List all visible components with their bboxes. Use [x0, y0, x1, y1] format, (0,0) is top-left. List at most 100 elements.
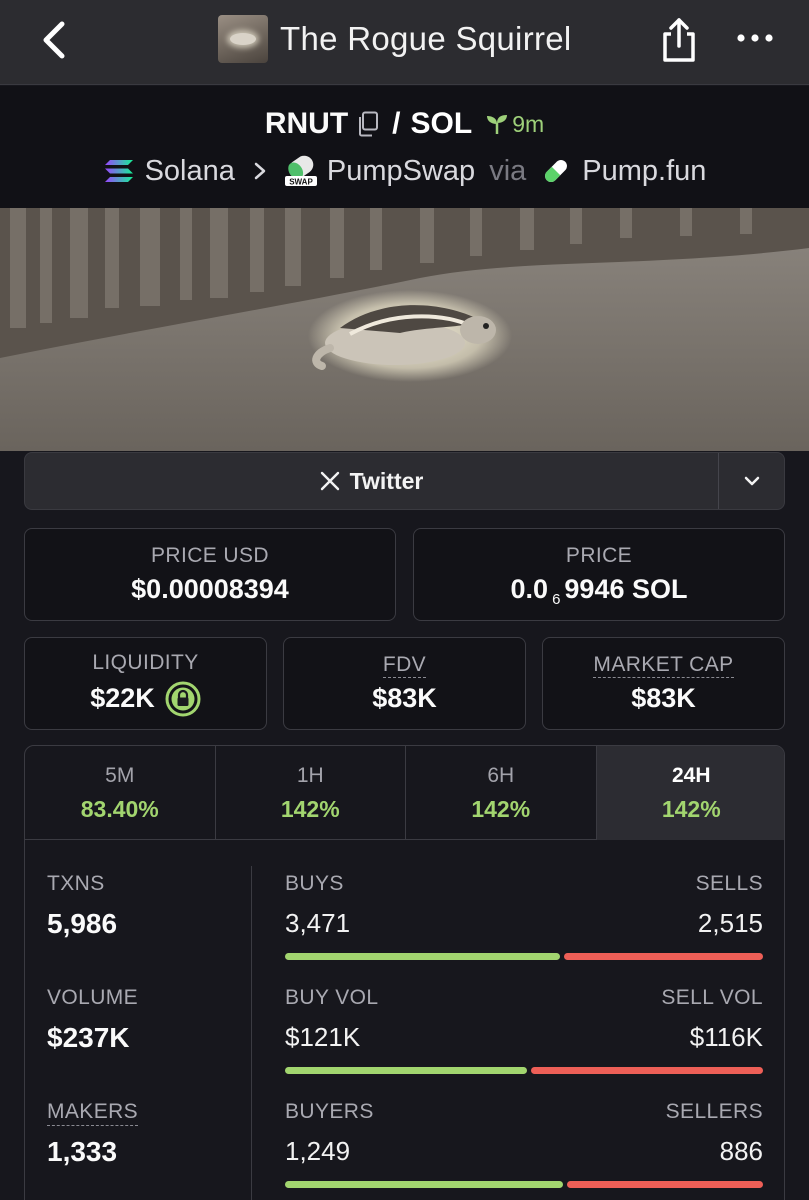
pill-icon	[545, 160, 568, 182]
txns-value: 5,986	[47, 908, 118, 939]
dex-name[interactable]: PumpSwap	[327, 155, 475, 188]
tab-label: 1H	[296, 763, 324, 787]
pair-age: 9m	[512, 110, 545, 137]
txns-metric: TXNS 5,986	[47, 872, 117, 940]
buyers-bar-fill	[285, 1181, 563, 1188]
liquidity-value-row: $22K	[90, 681, 201, 717]
market-cap-label-text: MARKET CAP	[593, 653, 734, 678]
fdv-label-text: FDV	[382, 653, 427, 678]
sellers-value: 886	[719, 1136, 763, 1166]
pumpswap-icon: SWAP	[284, 155, 317, 187]
pair-separator: /	[392, 107, 401, 140]
links-dropdown-button[interactable]	[718, 453, 784, 509]
buyers-label: BUYERS	[285, 1100, 374, 1123]
top-bar: The Rogue Squirrel	[0, 0, 809, 85]
buy-sell-volume-split: BUY VOL SELL VOL $121K $116K	[285, 986, 763, 1074]
tab-price-change: 142%	[661, 795, 721, 822]
buy-vol-value: $121K	[285, 1022, 361, 1052]
price-native-value: 0.0 6 9946 SOL	[510, 574, 688, 608]
twitter-link-button[interactable]: Twitter	[25, 453, 718, 509]
chevron-right-icon	[254, 162, 266, 180]
tab-label: 6H	[487, 763, 515, 787]
sell-vol-bar-fill	[531, 1067, 763, 1074]
chevron-down-icon	[744, 476, 759, 486]
tab-5m[interactable]: 5M 83.40%	[25, 746, 216, 840]
buy-sell-volume-bar	[285, 1067, 763, 1074]
buy-vol-label: BUY VOL	[285, 986, 379, 1009]
buyers-value: 1,249	[285, 1136, 351, 1166]
tab-1h[interactable]: 1H 142%	[216, 746, 406, 840]
buys-label: BUYS	[285, 872, 344, 895]
price-native-zero-count: 6	[552, 591, 561, 608]
price-native-label: PRICE	[565, 544, 633, 567]
makers-label: MAKERS	[47, 1100, 139, 1126]
sell-vol-value: $116K	[689, 1022, 763, 1052]
token-avatar	[218, 15, 268, 63]
pair-quote-symbol: SOL	[410, 107, 473, 140]
launchpad-name[interactable]: Pump.fun	[582, 155, 706, 188]
tab-label: 24H	[671, 763, 711, 787]
page-title: The Rogue Squirrel	[280, 20, 572, 57]
volume-metric: VOLUME $237K	[47, 986, 138, 1054]
pair-base-symbol: RNUT	[264, 107, 349, 140]
buyers-sellers-bar	[285, 1181, 763, 1188]
pair-line: RNUT / SOL 9m	[0, 104, 809, 144]
chain-name[interactable]: Solana	[145, 155, 235, 188]
price-native-suffix: 9946 SOL	[564, 574, 688, 604]
solana-icon	[104, 160, 133, 182]
makers-metric[interactable]: MAKERS 1,333	[47, 1100, 139, 1168]
makers-value: 1,333	[47, 1136, 118, 1167]
tab-24h[interactable]: 24H 142%	[596, 746, 784, 840]
sellers-label: SELLERS	[665, 1100, 763, 1123]
price-native-prefix: 0.0	[510, 574, 549, 604]
lock-icon[interactable]	[165, 681, 201, 717]
buy-vol-bar-fill	[285, 1067, 527, 1074]
share-icon[interactable]	[658, 16, 700, 64]
sells-bar-fill	[564, 953, 763, 960]
timeframe-tabs: 5M 83.40% 1H 142% 6H 142% 24H 142%	[25, 746, 784, 840]
volume-value: $237K	[47, 1022, 130, 1053]
volume-label: VOLUME	[47, 986, 139, 1009]
sellers-bar-fill	[567, 1181, 763, 1188]
market-cap-card[interactable]: MARKET CAP $83K	[542, 637, 785, 730]
buys-sells-bar	[285, 953, 763, 960]
market-cap-value: $83K	[631, 683, 696, 713]
column-divider	[251, 866, 252, 1200]
sells-label: SELLS	[695, 872, 763, 895]
social-links-bar: Twitter	[24, 452, 785, 510]
liquidity-card: LIQUIDITY $22K	[24, 637, 267, 730]
tab-price-change: 142%	[471, 795, 531, 822]
price-usd-card: PRICE USD $0.00008394	[24, 528, 396, 621]
tab-price-change: 83.40%	[80, 795, 159, 822]
market-cap-label: MARKET CAP	[593, 653, 734, 678]
pumpswap-icon-text: SWAP	[289, 178, 313, 187]
fdv-label: FDV	[382, 653, 427, 678]
token-banner-image	[0, 208, 809, 451]
sprout-icon	[487, 115, 508, 134]
tab-label: 5M	[105, 763, 135, 787]
buys-value: 3,471	[285, 908, 351, 938]
fdv-value: $83K	[372, 683, 437, 713]
fdv-card[interactable]: FDV $83K	[283, 637, 526, 730]
buys-bar-fill	[285, 953, 560, 960]
token-title: The Rogue Squirrel	[218, 14, 572, 64]
buyers-sellers-split: BUYERS SELLERS 1,249 886	[285, 1100, 763, 1188]
liquidity-label: LIQUIDITY	[92, 650, 199, 674]
liquidity-value: $22K	[90, 683, 155, 713]
more-icon[interactable]	[735, 26, 775, 50]
price-usd-value: $0.00008394	[131, 574, 289, 604]
x-icon	[320, 471, 339, 491]
via-text: via	[489, 154, 527, 187]
tab-price-change: 142%	[280, 795, 340, 822]
sell-vol-label: SELL VOL	[661, 986, 763, 1009]
copy-icon[interactable]	[356, 111, 380, 137]
price-usd-label: PRICE USD	[151, 544, 269, 567]
back-arrow-icon[interactable]	[36, 18, 72, 62]
sells-value: 2,515	[697, 908, 763, 938]
tab-6h[interactable]: 6H 142%	[406, 746, 597, 840]
trading-stats-panel: 5M 83.40% 1H 142% 6H 142% 24H 142% TXNS …	[24, 745, 785, 1200]
chain-breadcrumb: Solana SWAP PumpSwap via Pump.fun	[0, 150, 809, 192]
twitter-label: Twitter	[349, 467, 424, 494]
buys-sells-split: BUYS SELLS 3,471 2,515	[285, 872, 763, 960]
txns-label: TXNS	[47, 872, 105, 895]
